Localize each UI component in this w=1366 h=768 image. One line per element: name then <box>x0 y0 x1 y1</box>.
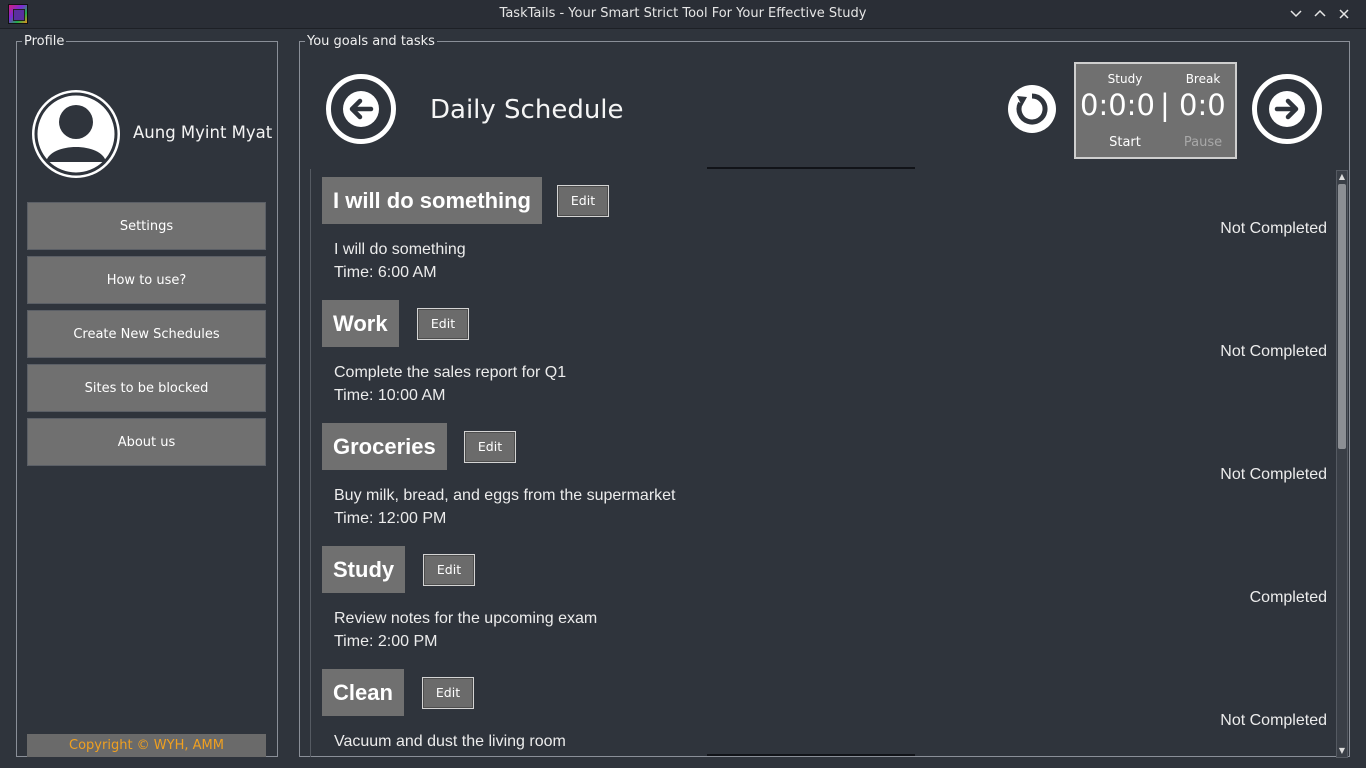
task-time: Time: 2:00 PM <box>334 633 438 650</box>
task-title: Groceries <box>322 423 447 470</box>
task-description: Complete the sales report for Q1 <box>334 364 567 381</box>
schedule-scrollbar[interactable]: ▲ ▼ <box>1336 170 1348 758</box>
task-title: Study <box>322 546 406 593</box>
profile-legend: Profile <box>22 34 67 49</box>
title-bar: TaskTails - Your Smart Strict Tool For Y… <box>0 0 1366 29</box>
page-title: Daily Schedule <box>430 95 624 125</box>
list-bottom-divider <box>707 754 915 756</box>
reset-timer-button[interactable] <box>1007 84 1057 134</box>
create-new-schedules-button[interactable]: Create New Schedules <box>27 310 266 358</box>
goals-legend: You goals and tasks <box>305 34 437 49</box>
edit-task-button[interactable]: Edit <box>422 677 474 709</box>
back-button[interactable] <box>326 74 396 144</box>
task-description: Review notes for the upcoming exam <box>334 610 598 627</box>
timer-separator: | <box>1160 88 1170 122</box>
break-label: Break <box>1185 72 1221 86</box>
task-status: Not Completed <box>1220 712 1327 729</box>
task-item: Clean Edit Vacuum and dust the living ro… <box>322 669 1327 757</box>
edit-task-button[interactable]: Edit <box>423 554 475 586</box>
schedule-list[interactable]: I will do something Edit I will do somet… <box>310 169 1337 757</box>
user-avatar-icon <box>32 90 120 178</box>
task-title: I will do something <box>322 177 542 224</box>
study-timer-value: 0:0:0 <box>1080 88 1155 122</box>
edit-task-button[interactable]: Edit <box>417 308 469 340</box>
close-icon[interactable] <box>1334 4 1354 24</box>
scroll-thumb[interactable] <box>1338 184 1346 449</box>
minimize-icon[interactable] <box>1286 4 1306 24</box>
edit-task-button[interactable]: Edit <box>557 185 609 217</box>
settings-button[interactable]: Settings <box>27 202 266 250</box>
forward-button[interactable] <box>1252 74 1322 144</box>
task-title: Work <box>322 300 399 347</box>
study-timer-box: Study Break 0:0:0 | 0:0 Start Pause <box>1074 62 1237 159</box>
task-title: Clean <box>322 669 404 716</box>
reset-timer-icon <box>1008 85 1056 133</box>
study-label: Study <box>1107 72 1143 86</box>
task-status: Completed <box>1249 589 1327 606</box>
goals-tasks-panel: You goals and tasks Daily Schedule Study… <box>299 34 1350 758</box>
task-item: Work Edit Complete the sales report for … <box>322 300 1327 423</box>
scroll-down-icon[interactable]: ▼ <box>1337 745 1347 757</box>
window-title: TaskTails - Your Smart Strict Tool For Y… <box>499 6 867 21</box>
task-status: Not Completed <box>1220 343 1327 360</box>
task-item: Groceries Edit Buy milk, bread, and eggs… <box>322 423 1327 546</box>
about-us-button[interactable]: About us <box>27 418 266 466</box>
task-item: Study Edit Review notes for the upcoming… <box>322 546 1327 669</box>
sites-to-be-blocked-button[interactable]: Sites to be blocked <box>27 364 266 412</box>
arrow-left-circle-icon <box>343 91 379 127</box>
break-timer-value: 0:0 <box>1179 88 1226 122</box>
task-description: Buy milk, bread, and eggs from the super… <box>334 487 676 504</box>
task-status: Not Completed <box>1220 466 1327 483</box>
task-item: I will do something Edit I will do somet… <box>322 177 1327 300</box>
arrow-right-circle-icon <box>1269 91 1305 127</box>
task-status: Not Completed <box>1220 220 1327 237</box>
pause-button[interactable]: Pause <box>1173 135 1233 150</box>
task-time: Time: 6:00 AM <box>334 264 437 281</box>
maximize-icon[interactable] <box>1310 4 1330 24</box>
profile-username: Aung Myint Myat <box>133 123 273 142</box>
how-to-use-button[interactable]: How to use? <box>27 256 266 304</box>
task-time: Time: 12:00 PM <box>334 510 447 527</box>
copyright-label: Copyright © WYH, AMM <box>27 734 266 757</box>
task-description: I will do something <box>334 241 466 258</box>
scroll-up-icon[interactable]: ▲ <box>1337 171 1347 183</box>
edit-task-button[interactable]: Edit <box>464 431 516 463</box>
profile-panel: Profile Aung Myint Myat Settings How to … <box>16 34 278 757</box>
task-description: Vacuum and dust the living room <box>334 733 566 750</box>
task-time: Time: 10:00 AM <box>334 387 446 404</box>
start-button[interactable]: Start <box>1095 135 1155 150</box>
